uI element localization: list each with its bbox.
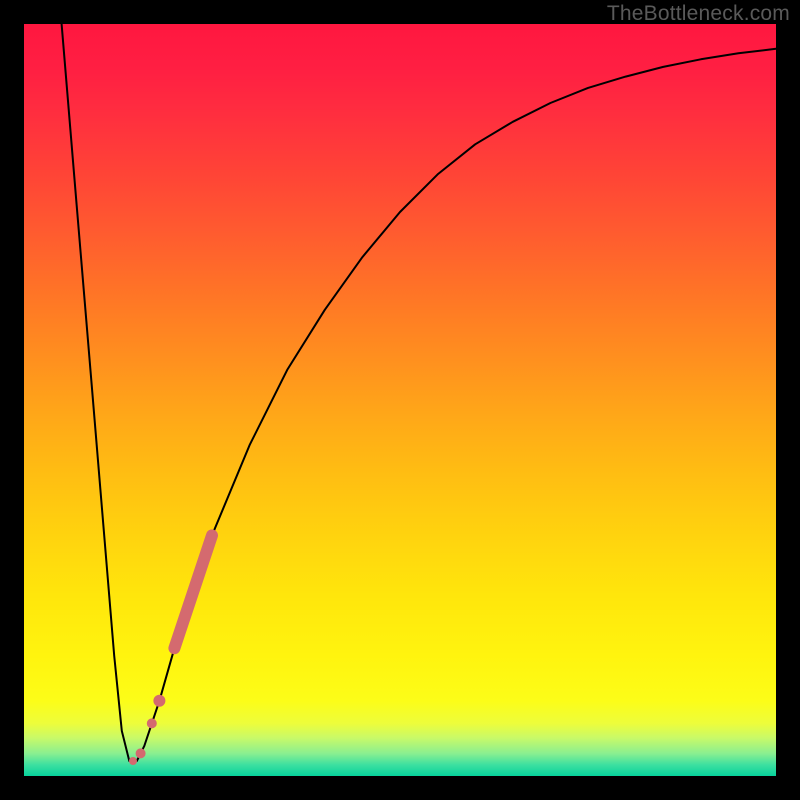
chart-svg — [24, 24, 776, 776]
highlight-dot-2 — [147, 718, 157, 728]
highlight-dot-3 — [136, 748, 146, 758]
highlight-dot-1 — [153, 695, 165, 707]
bottleneck-curve — [62, 24, 776, 761]
chart-plot-area — [24, 24, 776, 776]
watermark-text: TheBottleneck.com — [607, 2, 790, 26]
chart-frame: TheBottleneck.com — [0, 0, 800, 800]
highlight-segment-upper — [174, 535, 212, 648]
highlight-dot-4 — [129, 757, 137, 765]
chart-markers — [129, 535, 212, 765]
